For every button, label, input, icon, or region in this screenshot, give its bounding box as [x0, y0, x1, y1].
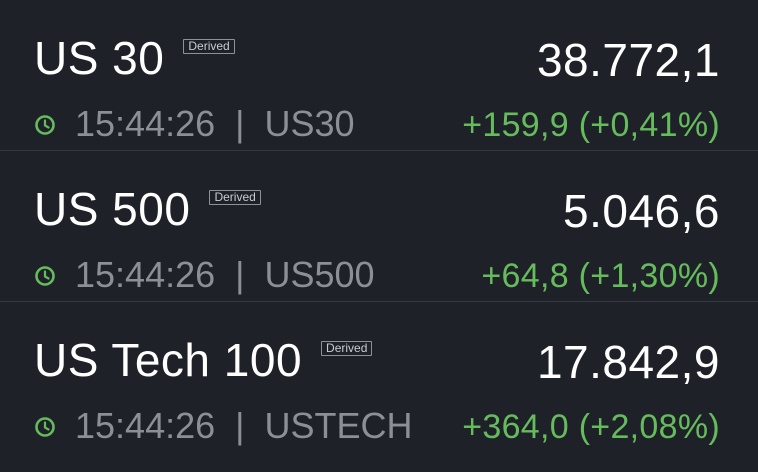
- quote-time: 15:44:26: [75, 254, 216, 295]
- instrument-symbol: US30: [264, 103, 355, 144]
- instrument-name: US 30: [34, 32, 165, 84]
- meta-separator: |: [235, 103, 245, 144]
- instrument-price: 17.842,9: [536, 336, 720, 388]
- instrument-name: US 500: [34, 183, 191, 235]
- price-change: +364,0 (+2,08%): [462, 408, 720, 446]
- clock-icon: [35, 417, 55, 437]
- clock-icon: [35, 115, 55, 135]
- instrument-price: 5.046,6: [563, 185, 720, 237]
- price-change: +64,8 (+1,30%): [481, 257, 720, 295]
- instrument-list: US 30 Derived 38.772,1 15:44:26 | US30 +…: [0, 0, 758, 472]
- instrument-name-line: US Tech 100 Derived: [34, 332, 373, 388]
- instrument-name-line: US 30 Derived: [34, 30, 235, 86]
- instrument-meta: 15:44:26 | USTECH: [34, 405, 413, 447]
- derived-badge: Derived: [321, 341, 373, 356]
- instrument-row-us30[interactable]: US 30 Derived 38.772,1 15:44:26 | US30 +…: [0, 0, 758, 151]
- instrument-price: 38.772,1: [536, 34, 720, 86]
- instrument-name: US Tech 100: [34, 334, 303, 386]
- quote-time: 15:44:26: [75, 103, 216, 144]
- quote-time: 15:44:26: [75, 405, 216, 446]
- instrument-row-ustech[interactable]: US Tech 100 Derived 17.842,9 15:44:26 | …: [0, 302, 758, 453]
- instrument-name-line: US 500 Derived: [34, 181, 261, 237]
- meta-separator: |: [235, 254, 245, 295]
- clock-icon: [35, 266, 55, 286]
- instrument-meta: 15:44:26 | US500: [34, 254, 375, 296]
- meta-separator: |: [235, 405, 245, 446]
- instrument-symbol: US500: [264, 254, 375, 295]
- price-change: +159,9 (+0,41%): [462, 106, 720, 144]
- instrument-row-us500[interactable]: US 500 Derived 5.046,6 15:44:26 | US500 …: [0, 151, 758, 302]
- instrument-symbol: USTECH: [264, 405, 413, 446]
- derived-badge: Derived: [209, 190, 261, 205]
- instrument-meta: 15:44:26 | US30: [34, 103, 355, 145]
- derived-badge: Derived: [183, 39, 235, 54]
